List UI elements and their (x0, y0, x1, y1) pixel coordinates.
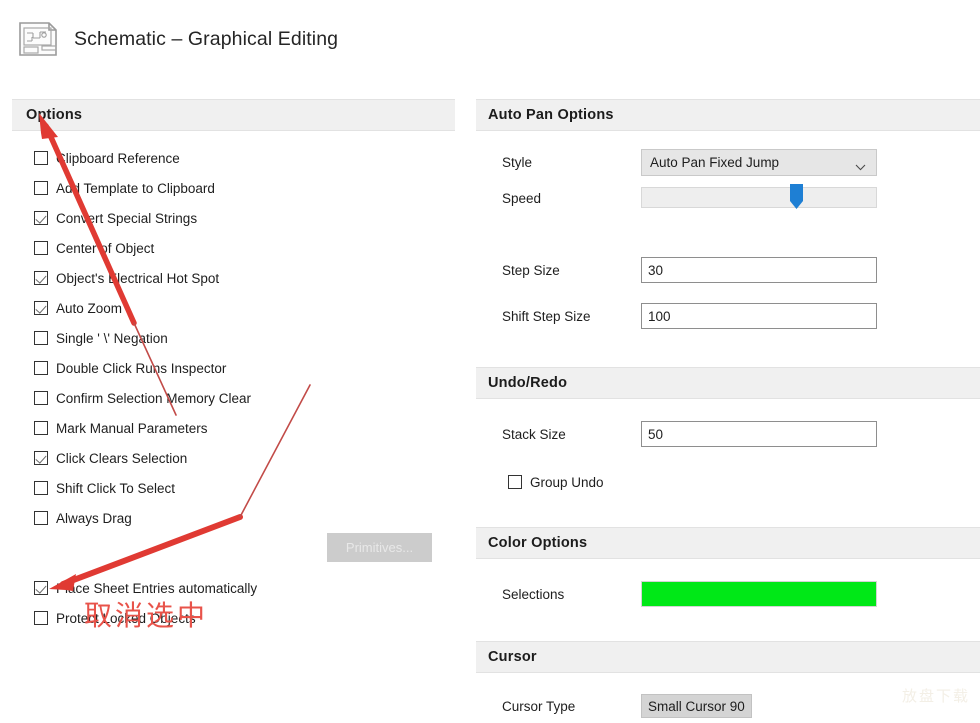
window-titlebar: Schematic – Graphical Editing (0, 0, 980, 78)
stack-size-label: Stack Size (502, 426, 566, 442)
checkbox-row-center-of-object[interactable]: Center of Object (34, 233, 455, 263)
checkbox-label-center-of-object: Center of Object (56, 240, 155, 256)
style-row: Style Auto Pan Fixed Jump (476, 145, 980, 179)
checkbox-row-objects-electrical-hot-spot[interactable]: Object's Electrical Hot Spot (34, 263, 455, 293)
checkbox-label-shift-click-to-select: Shift Click To Select (56, 480, 176, 496)
checkbox-label-convert-special-strings: Convert Special Strings (56, 210, 198, 226)
checkbox-row-convert-special-strings[interactable]: Convert Special Strings (34, 203, 455, 233)
selections-color-row: Selections (476, 577, 980, 611)
checkbox-row-confirm-selection-memory-clear[interactable]: Confirm Selection Memory Clear (34, 383, 455, 413)
shift-step-size-row: Shift Step Size 100 (476, 299, 980, 333)
checkbox-label-click-clears-selection: Click Clears Selection (56, 450, 188, 466)
checkbox-row-double-click-runs-inspector[interactable]: Double Click Runs Inspector (34, 353, 455, 383)
options-panel: Options Clipboard Reference Add Template… (12, 99, 455, 712)
checkbox-label-objects-electrical-hot-spot: Object's Electrical Hot Spot (56, 270, 220, 286)
checkbox-place-sheet-entries-automatically[interactable] (34, 581, 48, 595)
primitives-button[interactable]: Primitives... (327, 533, 432, 562)
checkbox-single-negation[interactable] (34, 331, 48, 345)
checkbox-label-auto-zoom: Auto Zoom (56, 300, 123, 316)
settings-panel: Auto Pan Options Style Auto Pan Fixed Ju… (476, 99, 980, 718)
checkbox-clipboard-reference[interactable] (34, 151, 48, 165)
checkbox-group-undo[interactable] (508, 475, 522, 489)
group-undo-row[interactable]: Group Undo (476, 467, 980, 497)
chevron-down-icon (855, 159, 866, 170)
checkbox-label-always-drag: Always Drag (56, 510, 132, 526)
checkbox-row-clipboard-reference[interactable]: Clipboard Reference (34, 143, 455, 173)
stack-size-input[interactable]: 50 (641, 421, 877, 447)
checkbox-add-template-to-clipboard[interactable] (34, 181, 48, 195)
checkbox-convert-special-strings[interactable] (34, 211, 48, 225)
step-size-label: Step Size (502, 262, 560, 278)
speed-slider[interactable]: Slower Faster (641, 184, 877, 210)
selections-color-swatch[interactable] (641, 581, 877, 607)
speed-slider-thumb[interactable] (789, 184, 804, 210)
checkbox-row-always-drag[interactable]: Always Drag (34, 503, 455, 533)
cursor-header: Cursor (476, 641, 980, 673)
checkbox-center-of-object[interactable] (34, 241, 48, 255)
checkbox-row-protect-locked-objects[interactable]: Protect Locked Objects (34, 603, 455, 633)
options-section-header: Options (12, 99, 455, 131)
checkbox-label-group-undo: Group Undo (530, 474, 604, 490)
selections-label: Selections (502, 586, 565, 602)
cursor-type-dropdown[interactable]: Small Cursor 90 (641, 694, 752, 718)
speed-label: Speed (502, 191, 542, 206)
cursor-type-label: Cursor Type (502, 698, 576, 714)
checkbox-protect-locked-objects[interactable] (34, 611, 48, 625)
checkbox-auto-zoom[interactable] (34, 301, 48, 315)
step-size-row: Step Size 30 (476, 253, 980, 287)
checkbox-shift-click-to-select[interactable] (34, 481, 48, 495)
style-dropdown-value: Auto Pan Fixed Jump (650, 154, 780, 170)
checkbox-row-click-clears-selection[interactable]: Click Clears Selection (34, 443, 455, 473)
checkbox-row-add-template-to-clipboard[interactable]: Add Template to Clipboard (34, 173, 455, 203)
checkbox-label-confirm-selection-memory-clear: Confirm Selection Memory Clear (56, 390, 252, 406)
checkbox-label-protect-locked-objects: Protect Locked Objects (56, 610, 196, 626)
color-options-header: Color Options (476, 527, 980, 559)
checkbox-row-auto-zoom[interactable]: Auto Zoom (34, 293, 455, 323)
style-label: Style (502, 154, 533, 170)
watermark-text: 放盘下载 (901, 687, 970, 705)
checkbox-confirm-selection-memory-clear[interactable] (34, 391, 48, 405)
checkbox-label-add-template-to-clipboard: Add Template to Clipboard (56, 180, 215, 196)
stack-size-row: Stack Size 50 (476, 417, 980, 451)
checkbox-always-drag[interactable] (34, 511, 48, 525)
checkbox-row-shift-click-to-select[interactable]: Shift Click To Select (34, 473, 455, 503)
speed-slider-track[interactable] (641, 187, 877, 208)
undo-redo-header: Undo/Redo (476, 367, 980, 399)
speed-row: Speed Slower Faster (476, 179, 980, 243)
checkbox-label-clipboard-reference: Clipboard Reference (56, 150, 180, 166)
shift-step-size-label: Shift Step Size (502, 308, 591, 324)
checkbox-double-click-runs-inspector[interactable] (34, 361, 48, 375)
style-dropdown[interactable]: Auto Pan Fixed Jump (641, 148, 877, 176)
checkbox-row-mark-manual-parameters[interactable]: Mark Manual Parameters (34, 413, 455, 443)
page-title: Schematic – Graphical Editing (74, 27, 339, 50)
checkbox-click-clears-selection[interactable] (34, 451, 48, 465)
checkbox-mark-manual-parameters[interactable] (34, 421, 48, 435)
auto-pan-options-header: Auto Pan Options (476, 99, 980, 131)
shift-step-size-input[interactable]: 100 (641, 303, 877, 329)
step-size-input[interactable]: 30 (641, 257, 877, 283)
checkbox-row-place-sheet-entries-automatically[interactable]: Place Sheet Entries automatically (34, 573, 455, 603)
checkbox-row-single-negation[interactable]: Single ' \' Negation (34, 323, 455, 353)
checkbox-label-single-negation: Single ' \' Negation (56, 330, 168, 346)
checkbox-label-double-click-runs-inspector: Double Click Runs Inspector (56, 360, 227, 376)
schematic-document-icon (16, 19, 60, 59)
checkbox-label-place-sheet-entries-automatically: Place Sheet Entries automatically (56, 580, 258, 596)
checkbox-label-mark-manual-parameters: Mark Manual Parameters (56, 420, 208, 436)
checkbox-objects-electrical-hot-spot[interactable] (34, 271, 48, 285)
